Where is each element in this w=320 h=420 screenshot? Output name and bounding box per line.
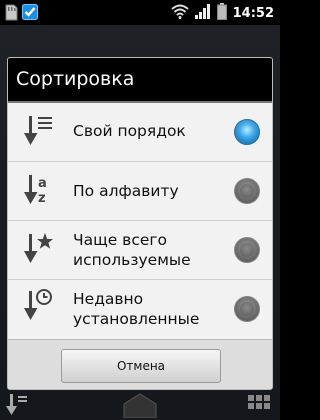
dialog-title: Сортировка bbox=[8, 58, 272, 101]
alphabet-sort-icon: a z bbox=[24, 172, 54, 210]
radio-button-custom[interactable] bbox=[234, 119, 260, 145]
sort-option-label: Недавно установленные bbox=[73, 290, 200, 328]
status-bar: 14:52 bbox=[0, 0, 280, 25]
sort-option-label: Свой порядок bbox=[73, 122, 186, 140]
svg-text:z: z bbox=[38, 191, 46, 206]
custom-order-icon bbox=[24, 113, 54, 151]
sort-option-recent[interactable]: Недавно установленные bbox=[8, 280, 272, 339]
most-used-icon bbox=[24, 231, 54, 269]
sort-options-list: Свой порядок a z По алфавиту Чаще всего … bbox=[8, 103, 272, 339]
home-icon[interactable] bbox=[120, 392, 160, 420]
recently-installed-icon bbox=[24, 288, 54, 326]
battery-icon bbox=[216, 3, 227, 24]
cancel-button[interactable]: Отмена bbox=[61, 349, 221, 383]
sort-dialog: Сортировка Свой порядок a z По алфавиту … bbox=[7, 57, 273, 390]
signal-icon bbox=[194, 4, 211, 23]
status-time: 14:52 bbox=[232, 6, 274, 21]
sd-card-icon bbox=[4, 4, 18, 25]
checkbox-icon bbox=[22, 4, 38, 25]
svg-text:a: a bbox=[38, 176, 47, 191]
sort-option-most-used[interactable]: Чаще всего используемые bbox=[8, 221, 272, 280]
radio-button-alphabet[interactable] bbox=[234, 178, 260, 204]
radio-button-recent[interactable] bbox=[234, 296, 260, 322]
sort-option-alphabet[interactable]: a z По алфавиту bbox=[8, 162, 272, 221]
wifi-icon bbox=[170, 4, 189, 23]
bottom-dock bbox=[0, 390, 280, 420]
sort-option-custom[interactable]: Свой порядок bbox=[8, 103, 272, 162]
sort-option-label: Чаще всего используемые bbox=[73, 231, 191, 269]
radio-button-most-used[interactable] bbox=[234, 237, 260, 263]
sort-option-label: По алфавиту bbox=[73, 182, 179, 200]
sort-down-icon bbox=[6, 394, 28, 420]
dialog-footer: Отмена bbox=[8, 339, 272, 389]
grid-icon[interactable] bbox=[247, 394, 271, 420]
